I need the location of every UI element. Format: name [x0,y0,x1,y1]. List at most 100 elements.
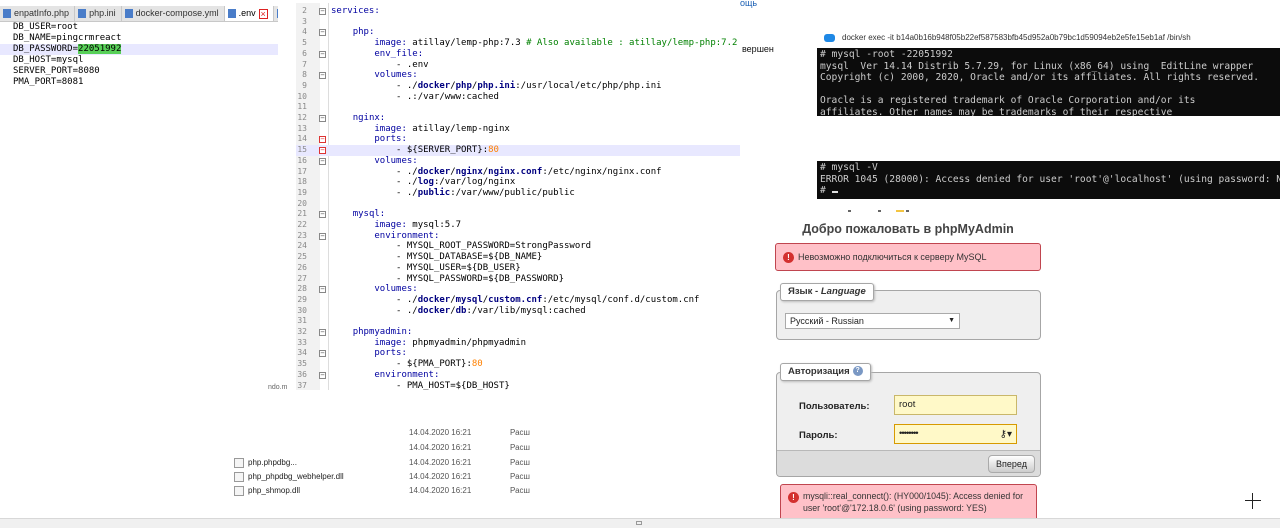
file-row[interactable]: php_shmop.dll 14.04.2020 16:21 Расш [220,485,560,497]
code-line[interactable]: 24 - MYSQL_ROOT_PASSWORD=StrongPassword [296,241,740,252]
env-line[interactable]: PMA_PORT=8081 [0,77,278,88]
line-number: 23 [297,230,307,240]
key-icon[interactable]: ⚷▾ [1000,426,1012,444]
env-editor[interactable]: enpatInfo.php php.ini docker-compose.yml .e… [0,0,278,90]
terminal-line: mysql Ver 14.14 Distrib 5.7.29, for Linu… [820,60,1254,72]
language-legend: Язык - Language [780,283,874,301]
env-line[interactable]: DB_PASSWORD=22051992 [0,44,278,55]
code-line[interactable]: 9 - ./docker/php/php.ini:/usr/local/etc/… [296,81,740,92]
code-line[interactable]: 20 [296,199,740,210]
code-line[interactable]: 21 − mysql: [296,209,740,220]
help-icon[interactable]: ? [852,366,863,377]
line-number: 11 [297,102,307,112]
file-row[interactable]: php.phpdbg... 14.04.2020 16:21 Расш [220,457,560,469]
code-line[interactable]: 34 − ports: [296,348,740,359]
code-line[interactable]: 31 [296,316,740,327]
code-line[interactable]: 6 − env_file: [296,49,740,60]
code-line[interactable]: 33 image: phpmyadmin/phpmyadmin [296,338,740,349]
terminal-window-mysql[interactable]: # mysql -root -22051992 mysql Ver 14.14 D… [817,48,1280,116]
file-row[interactable]: 14.04.2020 16:21 Расш [220,427,560,439]
code-line[interactable]: 25 - MYSQL_DATABASE=${DB_NAME} [296,252,740,263]
docker-compose-editor[interactable]: 2− services: 3 4− php: 5 image: atillay/lemp… [296,3,740,390]
code-line[interactable]: 13 image: atillay/lemp-nginx [296,124,740,135]
fold-toggle-icon[interactable]: − [319,157,326,165]
code-line[interactable]: 8 − volumes: [296,70,740,81]
code-line[interactable]: 22 image: mysql:5.7 [296,220,740,231]
code-line[interactable]: 30 - ./docker/db:/var/lib/mysql:cached [296,306,740,317]
fold-toggle-icon[interactable]: − [319,371,326,379]
auth-error-text: mysqli::real_connect(): (HY000/1045): Ac… [803,491,1024,513]
code-line[interactable]: 17 - ./docker/nginx/nginx.conf:/etc/ngin… [296,167,740,178]
terminal-line: Copyright (c) 2000, 2020, Oracle and/or … [820,72,1259,83]
code-line[interactable]: 16 − volumes: [296,156,740,167]
resize-grip-icon[interactable] [636,521,642,525]
code-text: mysql: [352,209,386,220]
fold-toggle-icon[interactable]: − [319,147,326,155]
username-input[interactable]: root [894,395,1017,415]
file-type: Расш [510,443,530,452]
file-row[interactable]: 14.04.2020 16:21 Расш [220,442,560,454]
code-line[interactable]: 18 - ./log:/var/log/nginx [296,177,740,188]
partial-link-text[interactable]: ощь [740,0,757,8]
fold-toggle-icon[interactable]: − [319,8,326,15]
code-line[interactable]: 28 − volumes: [296,284,740,295]
fold-toggle-icon[interactable]: − [319,350,326,358]
code-line[interactable]: 37 - PMA_HOST=${DB_HOST} [296,381,740,391]
terminal-window-error[interactable]: # mysql -V ERROR 1045 (28000): Access den… [817,161,1280,199]
line-number: 6 [302,48,307,58]
file-row[interactable]: php_phpdbg_webhelper.dll 14.04.2020 16:21… [220,471,560,483]
code-line[interactable]: 10 - .:/var/www:cached [296,92,740,103]
file-list[interactable]: 14.04.2020 16:21 Расш 14.04.2020 16:21 Расш… [220,420,560,510]
env-line[interactable]: DB_HOST=mysql [0,55,278,66]
code-text: phpmyadmin: [352,327,413,337]
code-line[interactable]: 11 [296,102,740,113]
password-input[interactable]: •••••••• ⚷▾ [894,424,1017,444]
editor-tab[interactable]: docker-compose.yml [121,6,225,21]
code-line[interactable]: 36 − environment: [296,370,740,381]
editor-tab[interactable]: custom [273,6,278,21]
code-line[interactable]: 3 [296,17,740,28]
code-line[interactable]: 15 − - ${SERVER_PORT}:80 [296,145,740,156]
fold-toggle-icon[interactable]: − [319,211,326,219]
code-line[interactable]: 19 - ./public:/var/www/public/public [296,188,740,199]
fold-toggle-icon[interactable]: − [319,136,326,144]
code-line[interactable]: 27 - MYSQL_PASSWORD=${DB_PASSWORD} [296,274,740,285]
code-line[interactable]: 26 - MYSQL_USER=${DB_USER} [296,263,740,274]
code-line[interactable]: 23 − environment: [296,231,740,242]
line-number: 8 [302,70,307,80]
pma-welcome-title: Добро пожаловать в phpMyAdmin [802,222,1014,236]
fold-toggle-icon[interactable]: − [319,72,326,80]
fold-toggle-icon[interactable]: − [319,29,326,37]
code-line[interactable]: 35 - ${PMA_PORT}:80 [296,359,740,370]
code-line[interactable]: 2 − services: [296,6,740,17]
env-file-content[interactable]: DB_USER=root DB_NAME=pingcrmreact DB_PASSW… [0,22,278,88]
code-line[interactable]: 7 - .env [296,60,740,71]
env-line[interactable]: DB_NAME=pingcrmreact [0,33,278,44]
env-key: DB_PASSWORD= [13,44,79,54]
code-line[interactable]: 5 image: atillay/lemp-php:7.3 # Also ava… [296,38,740,49]
code-line[interactable]: 29 - ./docker/mysql/custom.cnf:/etc/mysq… [296,295,740,306]
code-line[interactable]: 14 − ports: [296,134,740,145]
editor-tab[interactable]: enpatInfo.php [0,6,76,21]
code-text: - ./docker/db:/var/lib/mysql:cached [331,305,586,316]
language-select[interactable]: Русский - Russian ▼ [785,313,960,329]
dll-file-icon [234,458,244,468]
fold-toggle-icon[interactable]: − [319,286,326,294]
fold-toggle-icon[interactable]: − [319,232,326,240]
fold-toggle-icon[interactable]: − [319,115,326,122]
code-line[interactable]: 32 − phpmyadmin: [296,327,740,338]
login-submit-button[interactable]: Вперед [988,455,1035,473]
editor-tab[interactable]: php.ini [75,6,122,21]
env-line[interactable]: SERVER_PORT=8080 [0,66,278,77]
file-date: 14.04.2020 16:21 [409,443,472,452]
fold-toggle-icon[interactable]: − [319,50,326,58]
code-line[interactable]: 4 − php: [296,27,740,38]
close-icon[interactable]: × [258,8,268,19]
env-line[interactable]: DB_USER=root [0,22,278,33]
code-text: php: [352,27,375,38]
fold-toggle-icon[interactable]: − [319,329,326,336]
code-text: - MYSQL_ROOT_PASSWORD=StrongPassword [331,241,592,252]
bottom-scrollbar[interactable] [0,518,1280,528]
editor-tab[interactable]: .env × [224,6,274,21]
code-line[interactable]: 12 − nginx: [296,113,740,124]
